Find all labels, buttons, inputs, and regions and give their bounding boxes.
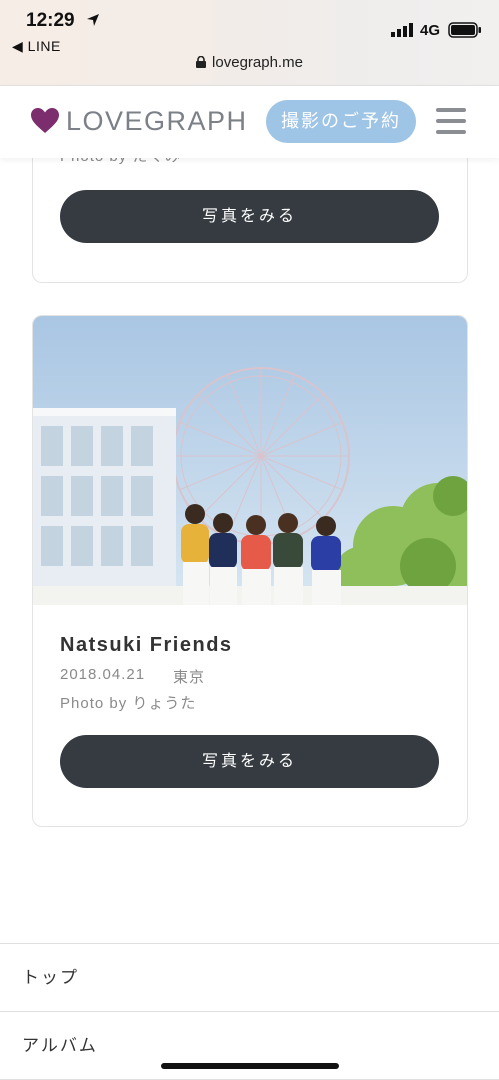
album-photographer: Photo by りょうた	[60, 695, 197, 712]
back-to-app-link[interactable]: ◀ LINE	[12, 38, 61, 55]
hamburger-menu-icon[interactable]	[436, 108, 466, 136]
album-cover-photo[interactable]	[33, 316, 467, 605]
cellular-signal-icon	[391, 23, 413, 37]
album-date: 2018.04.21	[60, 666, 146, 683]
album-location: 東京	[173, 669, 206, 686]
status-bar: 12:29 ◀ LINE 4G lovegraph.me	[0, 0, 499, 86]
footer-nav: トップ アルバム	[0, 943, 499, 1080]
location-arrow-icon	[87, 14, 99, 26]
footer-nav-item-album[interactable]: アルバム	[0, 1012, 499, 1080]
site-logo[interactable]: LOVEGRAPH	[66, 106, 248, 137]
view-photos-button[interactable]: 写真をみる	[60, 735, 439, 788]
footer-nav-item-top[interactable]: トップ	[0, 944, 499, 1012]
url-bar[interactable]: lovegraph.me	[0, 54, 499, 71]
battery-icon	[448, 22, 481, 38]
home-indicator[interactable]	[161, 1063, 339, 1069]
site-header: LOVEGRAPH 撮影のご予約	[0, 86, 499, 158]
network-type: 4G	[420, 22, 441, 39]
lock-icon	[196, 56, 207, 68]
album-card[interactable]: Natsuki Friends 2018.04.21 東京 Photo by り…	[32, 315, 468, 827]
heart-logo-icon[interactable]	[31, 108, 59, 134]
album-title[interactable]: Natsuki Friends	[60, 634, 233, 657]
url-text: lovegraph.me	[212, 54, 303, 71]
status-time: 12:29	[26, 10, 75, 31]
book-shoot-button[interactable]: 撮影のご予約	[266, 100, 416, 143]
view-photos-button[interactable]: 写真をみる	[60, 190, 439, 243]
